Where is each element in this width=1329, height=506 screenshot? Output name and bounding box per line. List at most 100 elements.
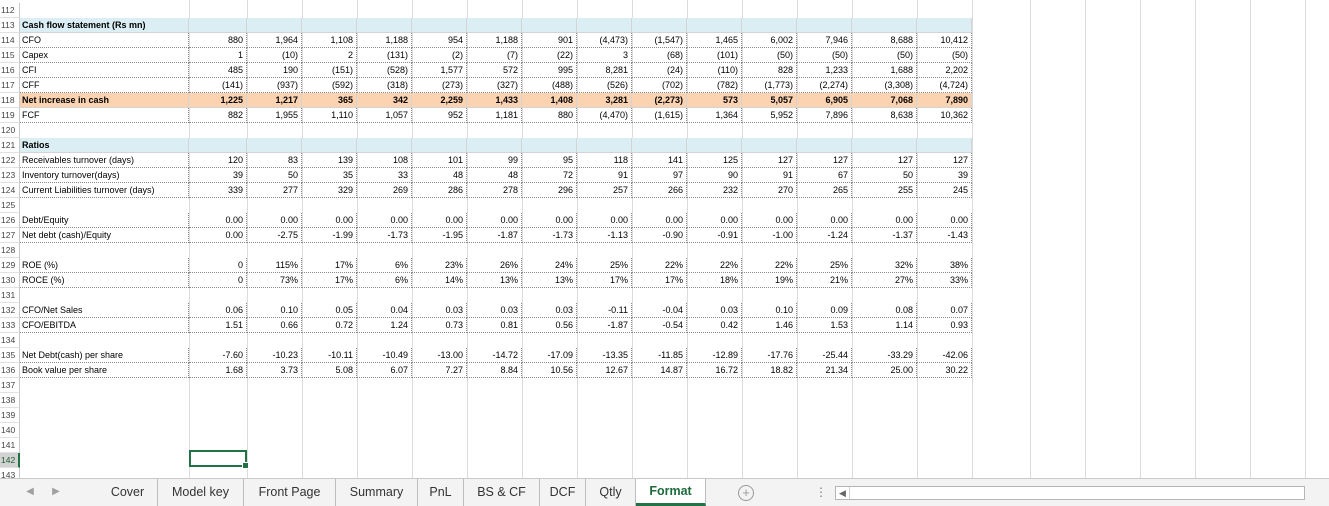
row-label-cell[interactable]: Capex bbox=[20, 48, 189, 63]
value-cell[interactable]: 2 bbox=[302, 48, 357, 63]
value-cell[interactable]: 952 bbox=[412, 108, 467, 123]
value-cell[interactable]: 0.93 bbox=[917, 318, 972, 333]
value-cell[interactable]: 1,433 bbox=[467, 93, 522, 108]
row-label-cell[interactable]: Ratios bbox=[20, 138, 189, 153]
value-cell[interactable]: 1,408 bbox=[522, 93, 577, 108]
row-header[interactable]: 143 bbox=[0, 468, 20, 478]
value-cell[interactable]: 26% bbox=[467, 258, 522, 273]
value-cell[interactable]: 24% bbox=[522, 258, 577, 273]
row-label-cell[interactable]: CFO bbox=[20, 33, 189, 48]
value-cell[interactable]: 880 bbox=[189, 33, 247, 48]
value-cell[interactable]: 269 bbox=[357, 183, 412, 198]
value-cell[interactable]: 32% bbox=[852, 258, 917, 273]
value-cell[interactable]: 1.53 bbox=[797, 318, 852, 333]
row-header[interactable]: 114 bbox=[0, 33, 20, 48]
value-cell[interactable]: -10.23 bbox=[247, 348, 302, 363]
value-cell[interactable]: -10.11 bbox=[302, 348, 357, 363]
value-cell[interactable]: -33.29 bbox=[852, 348, 917, 363]
value-cell[interactable]: 127 bbox=[852, 153, 917, 168]
value-cell[interactable]: (10) bbox=[247, 48, 302, 63]
value-cell[interactable]: 1.51 bbox=[189, 318, 247, 333]
value-cell[interactable] bbox=[522, 18, 577, 33]
value-cell[interactable]: 16.72 bbox=[687, 363, 742, 378]
value-cell[interactable]: 17% bbox=[577, 273, 632, 288]
value-cell[interactable]: 257 bbox=[577, 183, 632, 198]
value-cell[interactable]: 0.09 bbox=[797, 303, 852, 318]
row-label-cell[interactable]: Debt/Equity bbox=[20, 213, 189, 228]
value-cell[interactable]: -0.91 bbox=[687, 228, 742, 243]
value-cell[interactable]: 5,952 bbox=[742, 108, 797, 123]
value-cell[interactable] bbox=[852, 138, 917, 153]
row-header[interactable]: 136 bbox=[0, 363, 20, 378]
value-cell[interactable]: 270 bbox=[742, 183, 797, 198]
value-cell[interactable] bbox=[247, 18, 302, 33]
row-label-cell[interactable]: ROCE (%) bbox=[20, 273, 189, 288]
value-cell[interactable]: 67 bbox=[797, 168, 852, 183]
value-cell[interactable] bbox=[302, 138, 357, 153]
value-cell[interactable]: 1 bbox=[189, 48, 247, 63]
value-cell[interactable]: 0.00 bbox=[917, 213, 972, 228]
sheet-tab-format[interactable]: Format bbox=[636, 479, 706, 506]
value-cell[interactable]: -1.99 bbox=[302, 228, 357, 243]
row-header[interactable]: 135 bbox=[0, 348, 20, 363]
value-cell[interactable]: 48 bbox=[467, 168, 522, 183]
value-cell[interactable]: -0.54 bbox=[632, 318, 687, 333]
row-label-cell[interactable]: CFI bbox=[20, 63, 189, 78]
value-cell[interactable]: -2.75 bbox=[247, 228, 302, 243]
value-cell[interactable]: -17.09 bbox=[522, 348, 577, 363]
row-header[interactable]: 132 bbox=[0, 303, 20, 318]
value-cell[interactable]: 7,890 bbox=[917, 93, 972, 108]
value-cell[interactable]: 0.08 bbox=[852, 303, 917, 318]
value-cell[interactable]: (782) bbox=[687, 78, 742, 93]
value-cell[interactable]: -1.00 bbox=[742, 228, 797, 243]
value-cell[interactable]: 13% bbox=[467, 273, 522, 288]
value-cell[interactable]: 901 bbox=[522, 33, 577, 48]
value-cell[interactable]: 91 bbox=[742, 168, 797, 183]
value-cell[interactable]: 0.00 bbox=[797, 213, 852, 228]
value-cell[interactable]: 38% bbox=[917, 258, 972, 273]
value-cell[interactable]: 1.68 bbox=[189, 363, 247, 378]
row-header[interactable]: 123 bbox=[0, 168, 20, 183]
value-cell[interactable]: 880 bbox=[522, 108, 577, 123]
value-cell[interactable]: (50) bbox=[742, 48, 797, 63]
horizontal-scrollbar[interactable]: ◀ bbox=[835, 486, 1305, 500]
value-cell[interactable]: 7,068 bbox=[852, 93, 917, 108]
value-cell[interactable]: 0.00 bbox=[189, 228, 247, 243]
row-header[interactable]: 118 bbox=[0, 93, 20, 108]
value-cell[interactable] bbox=[357, 18, 412, 33]
value-cell[interactable]: 339 bbox=[189, 183, 247, 198]
sheet-tab-front-page[interactable]: Front Page bbox=[244, 479, 336, 506]
row-label-cell[interactable]: Inventory turnover(days) bbox=[20, 168, 189, 183]
value-cell[interactable]: 10.56 bbox=[522, 363, 577, 378]
value-cell[interactable]: 1.14 bbox=[852, 318, 917, 333]
scroll-left-icon[interactable]: ◀ bbox=[836, 487, 850, 499]
value-cell[interactable]: -11.85 bbox=[632, 348, 687, 363]
value-cell[interactable]: 0.00 bbox=[632, 213, 687, 228]
value-cell[interactable]: 127 bbox=[797, 153, 852, 168]
value-cell[interactable]: (4,470) bbox=[577, 108, 632, 123]
value-cell[interactable]: -12.89 bbox=[687, 348, 742, 363]
row-header[interactable]: 119 bbox=[0, 108, 20, 123]
value-cell[interactable]: 2,259 bbox=[412, 93, 467, 108]
value-cell[interactable]: -42.06 bbox=[917, 348, 972, 363]
value-cell[interactable] bbox=[577, 138, 632, 153]
row-label-cell[interactable]: Current Liabilities turnover (days) bbox=[20, 183, 189, 198]
value-cell[interactable]: 19% bbox=[742, 273, 797, 288]
value-cell[interactable]: 14% bbox=[412, 273, 467, 288]
value-cell[interactable]: 0.00 bbox=[302, 213, 357, 228]
value-cell[interactable]: 278 bbox=[467, 183, 522, 198]
row-header[interactable]: 140 bbox=[0, 423, 20, 438]
value-cell[interactable]: (937) bbox=[247, 78, 302, 93]
value-cell[interactable]: 17% bbox=[632, 273, 687, 288]
value-cell[interactable]: 995 bbox=[522, 63, 577, 78]
value-cell[interactable]: 365 bbox=[302, 93, 357, 108]
value-cell[interactable]: (528) bbox=[357, 63, 412, 78]
value-cell[interactable] bbox=[522, 138, 577, 153]
value-cell[interactable]: 18.82 bbox=[742, 363, 797, 378]
value-cell[interactable] bbox=[632, 18, 687, 33]
value-cell[interactable]: (1,773) bbox=[742, 78, 797, 93]
row-header[interactable]: 125 bbox=[0, 198, 20, 213]
value-cell[interactable]: 0.00 bbox=[189, 213, 247, 228]
value-cell[interactable]: 1,955 bbox=[247, 108, 302, 123]
value-cell[interactable]: (50) bbox=[852, 48, 917, 63]
